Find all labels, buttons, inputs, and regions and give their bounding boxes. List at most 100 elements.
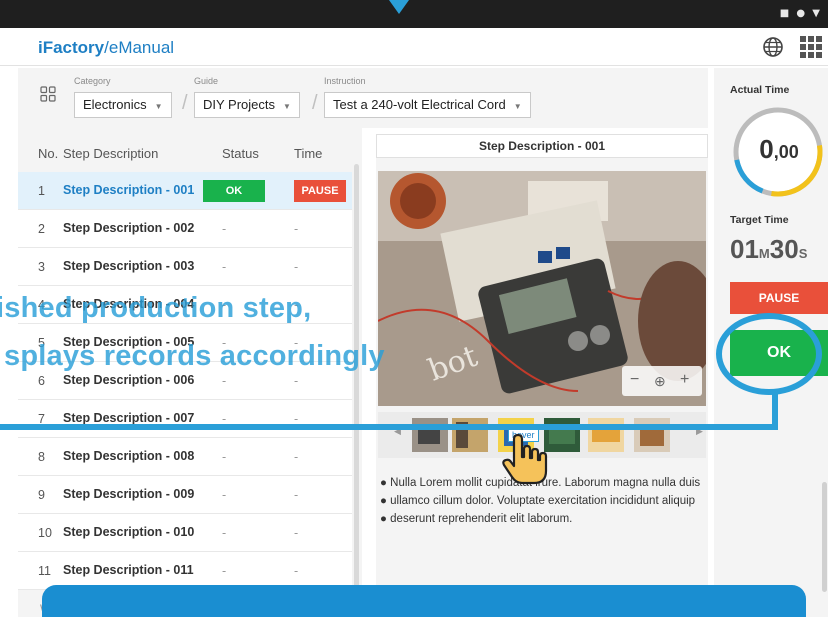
row-desc: Step Description - 002 xyxy=(63,221,195,235)
category-grid-icon[interactable] xyxy=(40,86,56,102)
table-row[interactable]: 10 Step Description - 010 - - xyxy=(18,514,352,552)
guide-filter: Guide DIY Projects ▼ xyxy=(194,76,300,118)
breadcrumb-separator: / xyxy=(182,92,188,114)
chevron-down-icon: ▼ xyxy=(154,102,163,111)
row-desc: Step Description - 008 xyxy=(63,449,195,463)
app-header: iFactory/eManual xyxy=(0,28,828,66)
target-time-value: 01M30S xyxy=(730,234,807,265)
row-time: - xyxy=(294,450,299,464)
step-list-scrollbar[interactable] xyxy=(354,164,359,617)
guide-label: Guide xyxy=(194,76,219,86)
col-time: Time xyxy=(294,146,323,161)
hand-pointer-icon xyxy=(502,433,548,485)
row-time: - xyxy=(294,374,299,388)
row-time: - xyxy=(294,260,299,274)
status-icons: ■ ● ▼ xyxy=(779,8,822,19)
row-no: 6 xyxy=(38,374,45,388)
table-row[interactable]: 3 Step Description - 003 - - xyxy=(18,248,352,286)
system-status-bar: ■ ● ▼ xyxy=(0,0,828,28)
status-ok-badge: OK xyxy=(203,180,265,202)
target-time-label: Target Time xyxy=(730,214,789,226)
description-title: Step Description - 001 xyxy=(376,134,708,158)
globe-icon[interactable] xyxy=(762,36,784,58)
guide-select[interactable]: DIY Projects ▼ xyxy=(194,92,300,118)
list-item: ● deserunt reprehenderit elit laborum. xyxy=(380,513,573,525)
annotation-line xyxy=(772,394,778,430)
row-no: 11 xyxy=(38,564,51,578)
row-time: - xyxy=(294,222,299,236)
filter-bar: Category Electronics ▼ / Guide DIY Projec… xyxy=(18,68,708,128)
row-status: - xyxy=(222,488,227,502)
zoom-in-icon[interactable]: + xyxy=(680,371,689,389)
pointer-arrow-icon xyxy=(389,0,409,14)
breadcrumb-separator: / xyxy=(312,92,318,114)
actual-time-value: 0,00 xyxy=(736,134,822,165)
row-time: - xyxy=(294,526,299,540)
zoom-out-icon[interactable]: − xyxy=(630,371,639,389)
bullet-text: ullamco cillum dolor. Voluptate exercita… xyxy=(390,495,696,507)
actual-time-dec: ,00 xyxy=(773,142,799,162)
row-status: - xyxy=(222,260,227,274)
list-item: ● ullamco cillum dolor. Voluptate exerci… xyxy=(380,495,696,507)
callout-banner xyxy=(42,585,806,617)
row-no: 9 xyxy=(38,488,45,502)
bullet-text: deserunt reprehenderit elit laborum. xyxy=(390,513,573,525)
row-status: - xyxy=(222,374,227,388)
row-desc: Step Description - 006 xyxy=(63,373,195,387)
row-desc: Step Description - 007 xyxy=(63,411,195,425)
category-filter: Category Electronics ▼ xyxy=(74,76,172,118)
instruction-label: Instruction xyxy=(324,76,366,86)
row-status: - xyxy=(222,564,227,578)
table-row[interactable]: 2 Step Description - 002 - - xyxy=(18,210,352,248)
row-desc: Step Description - 011 xyxy=(63,563,194,577)
ok-highlight-ring xyxy=(716,313,822,395)
app-logo[interactable]: iFactory/eManual xyxy=(38,38,174,58)
row-no: 10 xyxy=(38,526,52,540)
table-row[interactable]: 9 Step Description - 009 - - xyxy=(18,476,352,514)
overlay-caption-line2: splays records accordingly xyxy=(4,340,385,372)
target-seconds: 30 xyxy=(769,234,799,264)
timer-scrollbar[interactable] xyxy=(822,482,827,592)
target-minutes: 01 xyxy=(730,234,759,264)
col-no: No. xyxy=(38,146,59,161)
zoom-search-icon[interactable]: ⊕ xyxy=(654,373,666,390)
row-time: - xyxy=(294,488,299,502)
row-no: 1 xyxy=(38,184,45,198)
row-no: 8 xyxy=(38,450,45,464)
col-status: Status xyxy=(222,146,259,161)
row-time: - xyxy=(294,564,299,578)
instruction-filter: Instruction Test a 240-volt Electrical C… xyxy=(324,76,531,118)
chevron-down-icon: ▼ xyxy=(283,102,291,111)
row-desc: Step Description - 010 xyxy=(63,525,195,539)
overlay-caption-line1: ished production step, xyxy=(0,292,312,324)
actual-time-label: Actual Time xyxy=(730,84,790,96)
col-desc: Step Description xyxy=(63,146,159,161)
row-status: - xyxy=(222,222,227,236)
row-status: - xyxy=(222,526,227,540)
table-row[interactable]: 7 Step Description - 007 - - xyxy=(18,400,352,438)
logo-brand: iFactory xyxy=(38,38,105,57)
time-pause-badge: PAUSE xyxy=(294,180,346,202)
step-description-panel: Step Description - 001 bot − ⊕ + ◀ hover… xyxy=(376,134,708,617)
row-no: 3 xyxy=(38,260,45,274)
row-desc: Step Description - 009 xyxy=(63,487,195,501)
row-status: - xyxy=(222,450,227,464)
step-list-header: No. Step Description Status Time xyxy=(18,140,362,170)
chevron-down-icon: ▼ xyxy=(513,102,522,111)
zoom-controls: − ⊕ + xyxy=(622,366,702,396)
actual-time-int: 0 xyxy=(759,134,774,164)
logo-product: /eManual xyxy=(104,38,175,57)
category-label: Category xyxy=(74,76,111,86)
guide-value: DIY Projects xyxy=(203,97,276,112)
apps-grid-icon[interactable] xyxy=(800,36,822,58)
instruction-value: Test a 240-volt Electrical Cord xyxy=(333,97,506,112)
instruction-select[interactable]: Test a 240-volt Electrical Cord ▼ xyxy=(324,92,531,118)
target-seconds-unit: S xyxy=(798,246,808,261)
category-select[interactable]: Electronics ▼ xyxy=(74,92,172,118)
annotation-line xyxy=(0,424,778,430)
table-row[interactable]: 1 Step Description - 001 OK PAUSE xyxy=(18,172,352,210)
pause-button[interactable]: PAUSE xyxy=(730,282,828,314)
target-minutes-unit: M xyxy=(758,246,770,261)
table-row[interactable]: 8 Step Description - 008 - - xyxy=(18,438,352,476)
row-no: 2 xyxy=(38,222,45,236)
